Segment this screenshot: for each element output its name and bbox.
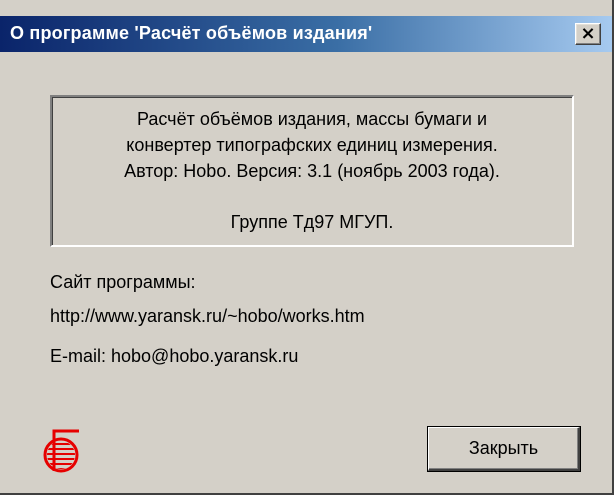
about-dialog: О программе 'Расчёт объёмов издания' × Р… (0, 0, 614, 495)
info-line-4: Группе Тд97 МГУП. (230, 212, 394, 232)
info-line-3: Автор: Hobo. Версия: 3.1 (ноябрь 2003 го… (124, 161, 500, 181)
email-text: E-mail: hobo@hobo.yaransk.ru (50, 346, 299, 366)
close-glyph: × (580, 23, 596, 44)
red-publisher-logo-icon (43, 429, 79, 473)
site-url: http://www.yaransk.ru/~hobo/works.htm (50, 306, 365, 326)
close-button-label: Закрыть (468, 438, 539, 458)
close-button[interactable]: Закрыть (428, 427, 580, 471)
site-label: Сайт программы: (50, 272, 196, 292)
window-title: О программе 'Расчёт объёмов издания' (10, 23, 373, 43)
close-icon[interactable]: × (575, 23, 601, 45)
info-line-1: Расчёт объёмов издания, массы бумаги и (136, 109, 488, 129)
title-bar[interactable]: О программе 'Расчёт объёмов издания' × (0, 16, 612, 52)
program-info-panel: Расчёт объёмов издания, массы бумаги и к… (50, 95, 574, 247)
info-line-2: конвертер типографских единиц измерения. (126, 135, 498, 155)
